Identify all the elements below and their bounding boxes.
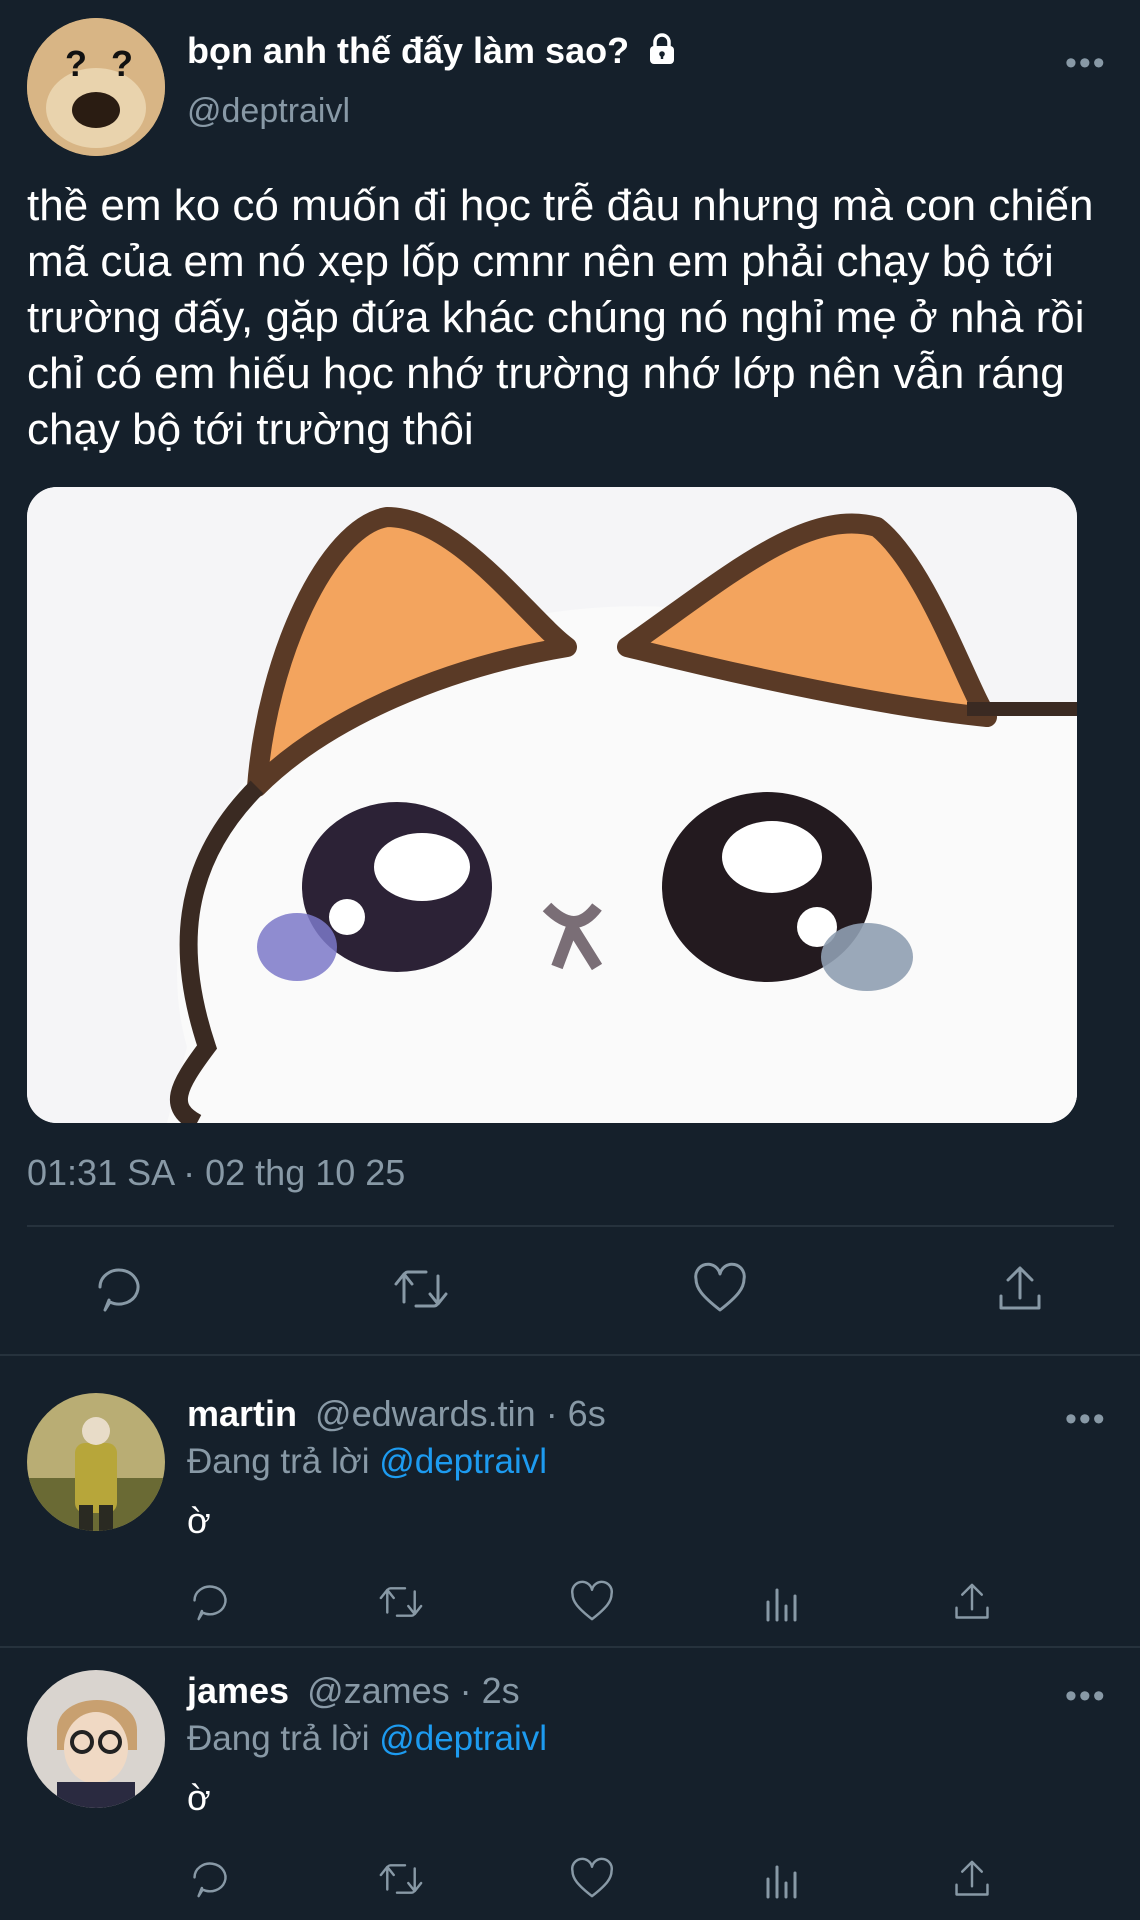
share-icon	[955, 1860, 989, 1896]
reply-header: james @zames · 2s	[187, 1670, 520, 1712]
like-button[interactable]	[569, 1580, 615, 1629]
heart-icon	[694, 1262, 746, 1312]
replying-to: Đang trả lời @deptraivl	[187, 1719, 547, 1759]
retweet-button[interactable]	[376, 1857, 426, 1906]
reply-icon	[98, 1268, 140, 1312]
tweet-text: thề em ko có muốn đi học trễ đâu nhưng m…	[27, 181, 1094, 454]
more-icon[interactable]: •••	[1065, 46, 1107, 80]
svg-text:?: ?	[111, 43, 133, 84]
retweet-button[interactable]	[390, 1262, 452, 1321]
retweet-button[interactable]	[376, 1580, 426, 1629]
reply-button[interactable]	[188, 1580, 232, 1629]
reply-avatar[interactable]	[27, 1393, 165, 1531]
reply-button[interactable]	[188, 1857, 232, 1906]
reply-display-name[interactable]: james	[187, 1670, 289, 1711]
divider	[0, 1354, 1140, 1356]
reply-text: ờ	[187, 1500, 211, 1541]
reply-meta: @zames · 2s	[307, 1670, 520, 1711]
heart-icon	[571, 1857, 613, 1898]
views-button[interactable]	[760, 1580, 804, 1629]
views-icon	[766, 1588, 797, 1622]
replying-to-link[interactable]: @deptraivl	[379, 1719, 547, 1758]
display-name-text: bọn anh thế đấy làm sao?	[187, 30, 630, 71]
share-button[interactable]	[993, 1262, 1047, 1321]
replying-prefix: Đang trả lời	[187, 1442, 370, 1481]
like-button[interactable]	[569, 1857, 615, 1906]
share-button[interactable]	[950, 1857, 994, 1906]
retweet-icon	[394, 1270, 448, 1308]
tweet-timestamp[interactable]: 01:31 SA · 02 thg 10 25	[27, 1152, 405, 1194]
views-button[interactable]	[760, 1857, 804, 1906]
author-handle[interactable]: @deptraivl	[187, 92, 350, 131]
more-icon[interactable]: •••	[1065, 1402, 1107, 1436]
like-button[interactable]	[692, 1262, 748, 1321]
more-icon[interactable]: •••	[1065, 1679, 1107, 1713]
author-display-name[interactable]: bọn anh thế đấy làm sao?	[187, 30, 679, 75]
tweet-image[interactable]	[27, 487, 1077, 1123]
svg-text:?: ?	[65, 43, 87, 84]
reply-icon	[193, 1585, 227, 1621]
reply-text: ờ	[187, 1777, 211, 1818]
reply-button[interactable]	[92, 1262, 146, 1321]
reply-display-name[interactable]: martin	[187, 1393, 297, 1434]
reply-icon	[193, 1862, 227, 1898]
share-icon	[999, 1266, 1041, 1310]
share-button[interactable]	[950, 1580, 994, 1629]
retweet-icon	[379, 1587, 423, 1617]
replying-prefix: Đang trả lời	[187, 1719, 370, 1758]
reply-meta: @edwards.tin · 6s	[315, 1393, 606, 1434]
reply-avatar[interactable]	[27, 1670, 165, 1808]
lock-icon	[645, 32, 679, 75]
divider	[27, 1225, 1114, 1227]
share-icon	[955, 1583, 989, 1619]
reply-header: martin @edwards.tin · 6s	[187, 1393, 606, 1435]
author-avatar[interactable]: ? ?	[27, 18, 165, 156]
retweet-icon	[379, 1864, 423, 1894]
heart-icon	[571, 1580, 613, 1621]
replying-to-link[interactable]: @deptraivl	[379, 1442, 547, 1481]
views-icon	[766, 1865, 797, 1899]
replying-to: Đang trả lời @deptraivl	[187, 1442, 547, 1482]
divider	[0, 1646, 1140, 1648]
